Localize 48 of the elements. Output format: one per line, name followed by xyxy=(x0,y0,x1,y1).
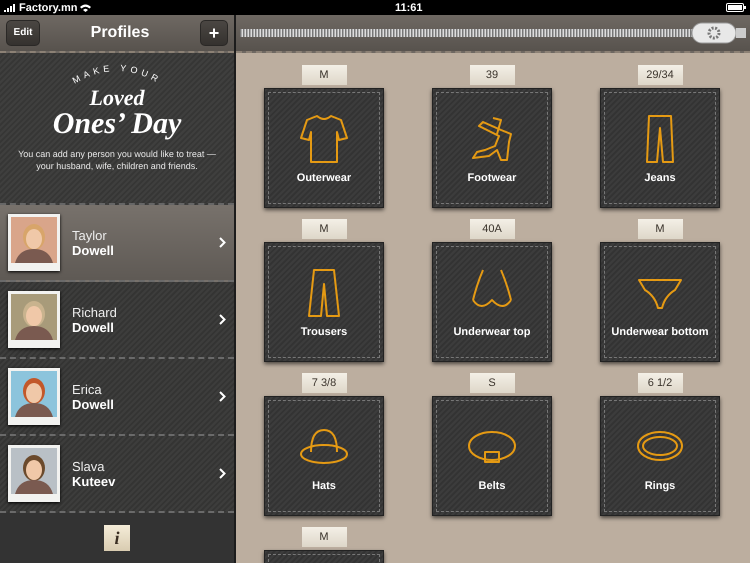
profile-last-name: Kuteev xyxy=(72,474,116,488)
add-button[interactable]: + xyxy=(200,20,228,46)
edit-button[interactable]: Edit xyxy=(6,20,40,46)
profile-row[interactable]: Erica Dowell xyxy=(0,359,234,436)
category-tile[interactable]: Hats xyxy=(264,396,384,516)
carrier-name: Factory.mn xyxy=(19,2,78,14)
info-button[interactable]: i xyxy=(104,525,130,551)
status-time: 11:61 xyxy=(394,2,422,14)
size-tag: 29/34 xyxy=(638,65,682,85)
promo-title: Ones’ Day xyxy=(52,109,182,139)
battery-icon xyxy=(726,3,746,12)
sidebar-title: Profiles xyxy=(90,24,150,42)
signal-icon xyxy=(4,4,16,12)
profile-first-name: Richard xyxy=(72,304,118,320)
size-tag: M xyxy=(302,65,346,85)
profile-last-name: Dowell xyxy=(72,396,115,412)
profile-last-name: Dowell xyxy=(72,320,115,334)
size-tag: S xyxy=(470,373,514,393)
wifi-icon xyxy=(80,4,92,12)
profile-last-name: Dowell xyxy=(72,242,115,258)
category-tile[interactable]: Underwear top xyxy=(432,242,552,362)
profile-first-name: Slava xyxy=(72,458,106,474)
category-tile[interactable]: Rings xyxy=(600,396,720,516)
size-tag: 7 3/8 xyxy=(302,373,346,393)
t-shirt-icon xyxy=(299,112,349,166)
size-tag: 6 1/2 xyxy=(638,373,682,393)
profile-row[interactable]: Slava Kuteev xyxy=(0,436,234,513)
category-tile[interactable]: Trousers xyxy=(264,242,384,362)
category-tile[interactable]: Underwear bottom xyxy=(600,242,720,362)
chevron-icon xyxy=(219,314,226,325)
category-tile[interactable]: Footwear xyxy=(432,88,552,208)
chevron-icon xyxy=(219,468,226,479)
chevron-icon xyxy=(219,391,226,402)
size-tag: 40A xyxy=(470,219,514,239)
profile-row[interactable]: Richard Dowell xyxy=(0,282,234,359)
profile-first-name: Erica xyxy=(72,382,103,396)
size-tag: M xyxy=(302,219,346,239)
profile-first-name: Taylor xyxy=(72,228,108,242)
chevron-icon xyxy=(219,237,226,248)
size-tag: 39 xyxy=(470,65,514,85)
size-tag: M xyxy=(638,219,682,239)
category-tile[interactable]: Jeans xyxy=(600,88,720,208)
profile-row[interactable]: Taylor Dowell xyxy=(0,205,234,282)
category-tile[interactable]: Outerwear xyxy=(264,88,384,208)
promo-description: You can add any person you would like to treat — your husband, wife, children and friends. xyxy=(17,149,217,172)
category-tile[interactable]: Belts xyxy=(432,396,552,516)
size-tag: M xyxy=(302,527,346,547)
promo-title: Loved xyxy=(90,87,144,109)
